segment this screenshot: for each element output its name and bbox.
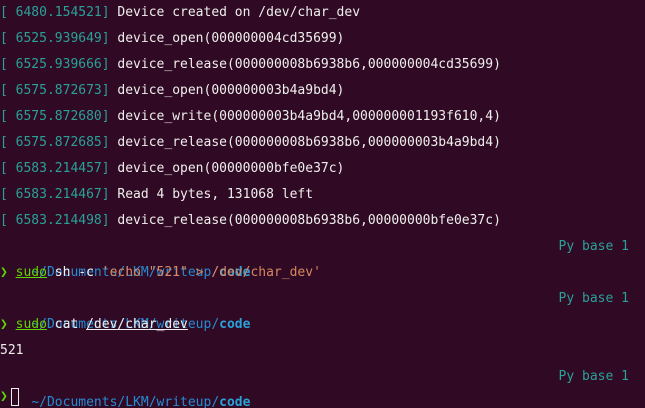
command-name: sudo — [15, 265, 47, 280]
log-message: Read 4 bytes, 131068 left — [109, 187, 314, 202]
log-message: device_write(000000003b4a9bd4,0000000011… — [109, 109, 501, 124]
log-timestamp: [ 6583.214457] — [0, 161, 110, 176]
log-timestamp: [ 6583.214498] — [0, 213, 110, 228]
command-args: cat — [46, 317, 87, 332]
log-line: [ 6575.872673] device_open(000000003b4a9… — [0, 78, 645, 104]
log-timestamp: [ 6575.872685] — [0, 135, 110, 150]
log-message: device_release(000000008b6938b6,00000000… — [109, 57, 501, 72]
command-string-arg: 'echo "521" > /dev/char_dev' — [101, 265, 321, 280]
log-line: [ 6525.939666] device_release(000000008b… — [0, 52, 645, 78]
log-message: Device created on /dev/char_dev — [109, 5, 361, 20]
command-name: sudo — [15, 317, 47, 332]
log-line: [ 6583.214498] device_release(000000008b… — [0, 208, 645, 234]
log-message: device_open(000000004cd35699) — [109, 31, 345, 46]
log-line: [ 6583.214467] Read 4 bytes, 131068 left — [0, 182, 645, 208]
terminal-window[interactable]: [ 6480.154521] Device created on /dev/ch… — [0, 0, 645, 408]
prompt-arrow-icon: ❯ — [0, 389, 8, 404]
command-line: ❯ sudo cat /dev/char_dev — [0, 312, 645, 338]
command-args: sh -c — [46, 265, 102, 280]
log-line: [ 6480.154521] Device created on /dev/ch… — [0, 0, 645, 26]
log-line: [ 6575.872680] device_write(000000003b4a… — [0, 104, 645, 130]
log-line: [ 6525.939649] device_open(000000004cd35… — [0, 26, 645, 52]
prompt-arrow-icon: ❯ — [0, 265, 8, 280]
command-path-arg: /dev/char_dev — [86, 317, 188, 332]
log-timestamp: [ 6575.872673] — [0, 83, 110, 98]
log-message: device_release(000000008b6938b6,00000000… — [109, 135, 501, 150]
log-timestamp: [ 6480.154521] — [0, 5, 110, 20]
command-output: 521 — [0, 338, 645, 364]
log-timestamp: [ 6525.939666] — [0, 57, 110, 72]
prompt-path-line: ~/Documents/LKM/writeup/code Py base 1 — [0, 234, 645, 280]
python-env-status: Py base 1 — [558, 291, 629, 306]
command-line: ❯ sudo sh -c 'echo "521" > /dev/char_dev… — [0, 260, 645, 286]
log-timestamp: [ 6583.214467] — [0, 187, 110, 202]
output-text: 521 — [0, 343, 24, 358]
log-line: [ 6583.214457] device_open(00000000bfe0e… — [0, 156, 645, 182]
prompt-arrow-icon: ❯ — [0, 317, 8, 332]
log-message: device_open(00000000bfe0e37c) — [109, 161, 345, 176]
log-message: device_release(000000008b6938b6,00000000… — [109, 213, 501, 228]
command-line[interactable]: ❯ — [0, 384, 645, 408]
text-cursor[interactable] — [10, 387, 19, 406]
log-line: [ 6575.872685] device_release(000000008b… — [0, 130, 645, 156]
python-env-status: Py base 1 — [558, 239, 629, 254]
log-timestamp: [ 6575.872680] — [0, 109, 110, 124]
log-timestamp: [ 6525.939649] — [0, 31, 110, 46]
log-message: device_open(000000003b4a9bd4) — [109, 83, 345, 98]
prompt-path-line: ~/Documents/LKM/writeup/code Py base 1 — [0, 286, 645, 332]
